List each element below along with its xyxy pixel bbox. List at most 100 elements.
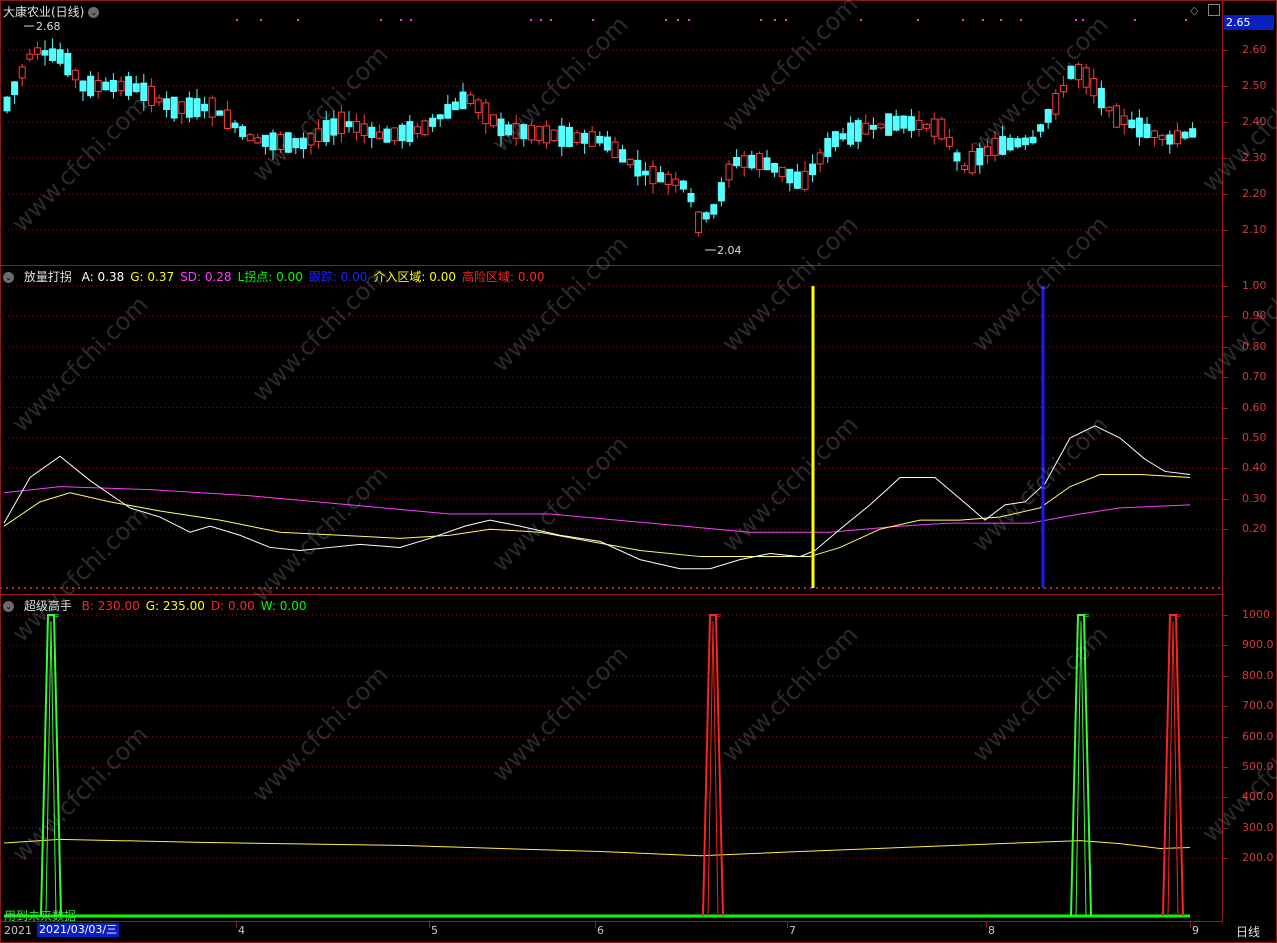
diamond-icon[interactable]: ◇ xyxy=(1190,4,1198,17)
future-data-note: 用到未来数据 xyxy=(4,909,77,923)
candle-body xyxy=(18,66,26,79)
signal-dot xyxy=(774,19,776,21)
signal-dot xyxy=(962,19,964,21)
fangliang-axis-tick xyxy=(1222,468,1228,470)
candle-body xyxy=(1151,130,1159,138)
collapse-icon[interactable]: ⌄ xyxy=(3,272,14,283)
month-tick xyxy=(1190,922,1191,928)
stock-title-bar[interactable]: 大康农业(日线) ⌄ xyxy=(3,3,105,20)
price-axis-tick xyxy=(1222,50,1228,51)
month-tick xyxy=(236,922,237,928)
candle-body xyxy=(809,163,817,176)
fangliang-legend-2: SD: 0.28 xyxy=(180,270,232,284)
fangliang-legend-6: 高险区域: 0.00 xyxy=(461,270,545,284)
chaoji-axis-tick xyxy=(1222,645,1228,647)
period-label[interactable]: 日线 xyxy=(1236,923,1260,940)
indicator-title-fangliang[interactable]: ⌄ 放量打拐 A: 0.38 G: 0.37 SD: 0.28 L拐点: 0.00 跟踪… xyxy=(3,268,551,285)
candle-body xyxy=(497,118,505,137)
candle-body xyxy=(831,131,839,148)
fangliang-axis-tick xyxy=(1222,407,1228,409)
signal-dot xyxy=(677,19,679,21)
candle-body xyxy=(140,82,148,102)
chaoji-axis-label: 800.0 xyxy=(1242,668,1274,682)
d-spike xyxy=(1162,614,1184,917)
candle-body xyxy=(11,81,19,96)
chaoji-axis-tick xyxy=(1222,797,1228,799)
candle-body xyxy=(961,165,969,170)
candle-body xyxy=(315,128,323,142)
candle-body xyxy=(695,211,703,234)
candle-body xyxy=(900,115,908,129)
candle-body xyxy=(626,158,634,166)
signal-dot xyxy=(665,19,667,21)
signal-dot xyxy=(982,19,984,21)
candle-body xyxy=(793,171,801,189)
collapse-icon[interactable]: ⌄ xyxy=(3,601,14,612)
candle-body xyxy=(345,121,353,128)
candle-body xyxy=(155,97,163,103)
candle-body xyxy=(87,75,95,97)
candle-body xyxy=(231,122,239,129)
candle-body xyxy=(527,124,535,141)
candle-body xyxy=(687,192,695,203)
candle-body xyxy=(953,152,961,162)
collapse-icon[interactable]: ⌄ xyxy=(88,7,100,18)
month-label-7: 7 xyxy=(789,924,796,937)
chaoji-axis-label: 300.0 xyxy=(1242,820,1274,834)
fangliang-axis-label: 0.50 xyxy=(1242,431,1267,444)
d-spike-marker: ≈ xyxy=(1175,611,1182,620)
candle-body xyxy=(451,101,459,111)
signal-dot xyxy=(260,19,262,21)
price-axis-label: 2.40 xyxy=(1242,115,1267,128)
candle-body xyxy=(193,98,201,118)
signal-dot xyxy=(1082,19,1084,21)
candle-body xyxy=(1181,131,1189,139)
price-axis-tick xyxy=(1222,158,1228,159)
candle-body xyxy=(375,131,383,139)
candle-body xyxy=(459,91,467,110)
candle-body xyxy=(983,146,991,157)
panel-divider-2 xyxy=(0,594,1222,595)
price-axis-label: 2.20 xyxy=(1242,187,1267,200)
candle-body xyxy=(573,132,581,144)
candle-body xyxy=(1037,124,1045,132)
month-tick xyxy=(787,922,788,928)
candle-body xyxy=(94,80,102,92)
maximize-icon[interactable] xyxy=(1208,4,1220,16)
chaoji-axis-label: 700.0 xyxy=(1242,699,1274,713)
candle-body xyxy=(421,120,429,136)
signal-dot xyxy=(592,19,594,21)
candle-body xyxy=(717,182,725,202)
candle-body xyxy=(125,76,133,96)
indicator-name: 超级高手 xyxy=(23,599,72,613)
fangliang-axis-label: 0.80 xyxy=(1242,339,1267,353)
chaoji-axis-tick xyxy=(1222,615,1228,616)
candle-body xyxy=(535,126,543,141)
price-axis-label: 2.10 xyxy=(1242,223,1267,236)
chaoji-axis-label: 900.0 xyxy=(1242,638,1274,652)
candle-body xyxy=(482,102,490,125)
candle-body xyxy=(132,83,140,93)
price-axis-label: 2.50 xyxy=(1242,79,1267,92)
w-spike xyxy=(1070,614,1092,917)
indicator-title-chaoji[interactable]: ⌄ 超级高手 B: 230.00 G: 235.00 D: 0.00 W: 0.00 xyxy=(3,597,312,614)
candle-body xyxy=(763,157,771,171)
date-cursor-label[interactable]: 2021/03/03/三 xyxy=(37,923,120,937)
w-spike xyxy=(40,614,62,917)
chart-canvas[interactable]: ≈ ≈ ≈ ≈ xyxy=(0,0,1277,943)
candle-body xyxy=(885,113,893,136)
chaoji-axis-tick xyxy=(1222,736,1228,738)
high-price-label: 2.68 xyxy=(36,20,61,33)
price-axis-tick xyxy=(1222,230,1228,231)
candle-body xyxy=(771,163,779,173)
candle-body xyxy=(565,126,573,148)
candle-body xyxy=(1173,130,1181,145)
signal-dot xyxy=(530,19,532,21)
candle-body xyxy=(170,96,178,119)
signal-dot xyxy=(1000,19,1002,21)
candle-body xyxy=(223,109,231,130)
candle-body xyxy=(1029,136,1037,144)
candle-body xyxy=(216,110,224,116)
candle-body xyxy=(915,119,923,130)
candle-body xyxy=(710,204,718,215)
